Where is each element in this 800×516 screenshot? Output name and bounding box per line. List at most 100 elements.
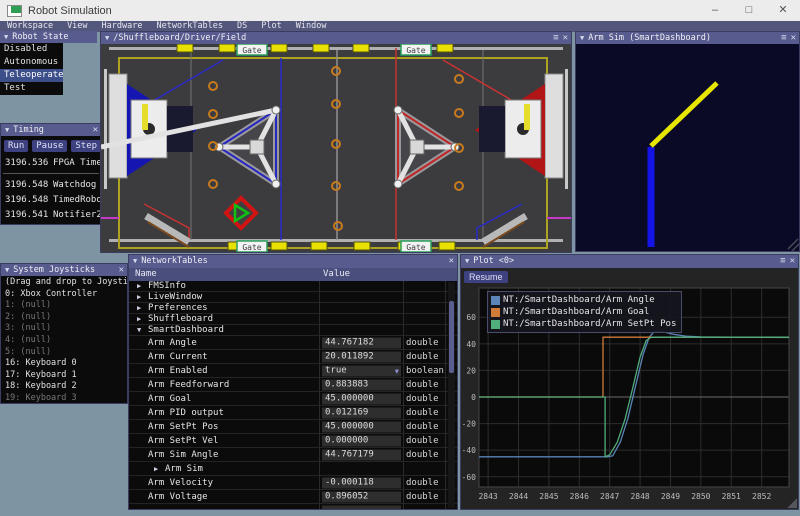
gate-label: Gate [406, 243, 425, 252]
collapse-icon[interactable]: ▼ [580, 32, 584, 44]
plot-titlebar[interactable]: ▼ Plot <0> ≡ ✕ [461, 255, 798, 268]
joystick-item[interactable]: 1: (null) [1, 300, 127, 312]
robot-state-titlebar[interactable]: ▼ Robot State [0, 31, 97, 43]
maximize-icon[interactable]: □ [732, 0, 766, 21]
nt-key-name: Arm SetPt Vel [148, 436, 218, 446]
nt-type-label: double [406, 380, 439, 390]
collapse-icon[interactable]: ▼ [5, 264, 9, 276]
resume-button[interactable]: Resume [464, 271, 508, 283]
y-tick-label: 60 [466, 313, 476, 322]
nt-value-field[interactable] [322, 505, 401, 509]
nt-scrollbar-thumb[interactable] [449, 301, 454, 373]
legend-item[interactable]: NT:/SmartDashboard/Arm SetPt Pos [491, 318, 676, 330]
nt-value-field[interactable]: 44.767182 [322, 337, 401, 348]
timing-entry: 3196.548TimedRobot [1, 192, 101, 207]
joystick-item[interactable]: 18: Keyboard 2 [1, 381, 127, 393]
pause-button[interactable]: Pause [32, 140, 67, 152]
nt-value-field[interactable]: 44.767179 [322, 449, 401, 460]
column-divider[interactable] [319, 281, 320, 509]
close-icon[interactable]: ✕ [119, 264, 124, 276]
column-divider[interactable] [403, 281, 404, 509]
nt-value-field[interactable]: 0.012169 [322, 407, 401, 418]
nt-type-label: double [406, 408, 439, 418]
x-tick-label: 2843 [478, 492, 497, 501]
close-icon[interactable]: ✕ [790, 255, 795, 268]
y-tick-label: 40 [466, 340, 476, 349]
legend-label: NT:/SmartDashboard/Arm Goal [503, 307, 649, 317]
legend-swatch [491, 296, 500, 305]
joystick-item[interactable]: 5: (null) [1, 347, 127, 359]
separator [3, 173, 99, 174]
hamburger-icon[interactable]: ≡ [781, 32, 786, 44]
nt-value-field[interactable]: 0.896052 [322, 491, 401, 502]
legend-item[interactable]: NT:/SmartDashboard/Arm Angle [491, 294, 676, 306]
table-row: Arm PID output0.012169double [129, 406, 457, 420]
nt-value-field[interactable]: true▼ [322, 365, 401, 376]
close-icon[interactable]: ✕ [93, 124, 98, 136]
plot-legend: NT:/SmartDashboard/Arm AngleNT:/SmartDas… [487, 291, 682, 333]
hamburger-icon[interactable]: ≡ [780, 255, 785, 268]
expand-icon[interactable]: ▶ [137, 293, 141, 301]
timing-buttons: Run Pause Step [1, 136, 101, 155]
joystick-item[interactable]: 2: (null) [1, 312, 127, 324]
nt-value-field[interactable]: -0.000118 [322, 477, 401, 488]
networktables-titlebar[interactable]: ▼ NetworkTables ✕ [129, 255, 457, 268]
state-option-autonomous[interactable]: Autonomous [0, 56, 63, 69]
state-option-teleoperated[interactable]: Teleoperated [0, 69, 63, 82]
timing-label: Watchdog [53, 180, 96, 190]
table-row: Arm SetPt Vel 0.000000 double [129, 434, 457, 448]
nt-scrollbar[interactable] [448, 282, 455, 508]
nt-key-name: LiveWindow [148, 292, 202, 302]
expand-icon[interactable]: ▶ [137, 282, 141, 290]
arm-sim-panel: ▼ Arm Sim (SmartDashboard) ≡ ✕ [575, 31, 800, 252]
joystick-item[interactable]: 4: (null) [1, 335, 127, 347]
collapse-icon[interactable]: ▼ [105, 32, 109, 44]
gate-label: Gate [406, 46, 425, 55]
resize-grip[interactable] [787, 498, 797, 508]
collapse-icon[interactable]: ▼ [133, 255, 137, 268]
x-tick-label: 2851 [722, 492, 741, 501]
run-button[interactable]: Run [4, 140, 28, 152]
nt-value-field[interactable]: 45.000000 [322, 421, 401, 432]
system-joysticks-titlebar[interactable]: ▼ System Joysticks ✕ [1, 264, 127, 276]
close-icon[interactable]: ✕ [791, 32, 796, 44]
field-titlebar[interactable]: ▼ /Shuffleboard/Driver/Field ≡ ✕ [101, 32, 571, 44]
step-button[interactable]: Step [71, 140, 101, 152]
timing-label: FPGA Time [53, 158, 101, 168]
gate-label: Gate [242, 243, 261, 252]
x-tick-label: 2849 [661, 492, 680, 501]
joystick-item[interactable]: 0: Xbox Controller [1, 289, 127, 301]
collapse-icon[interactable]: ▼ [465, 255, 469, 268]
nt-value-field[interactable]: 0.883883 [322, 379, 401, 390]
arm-sim-titlebar[interactable]: ▼ Arm Sim (SmartDashboard) ≡ ✕ [576, 32, 799, 44]
timing-titlebar[interactable]: ▼ Timing ✕ [1, 124, 101, 136]
nt-value-field[interactable]: 0.000000 [322, 435, 401, 446]
close-icon[interactable]: ✕ [766, 0, 800, 21]
legend-item[interactable]: NT:/SmartDashboard/Arm Goal [491, 306, 676, 318]
nt-value-field[interactable]: 20.011892 [322, 351, 401, 362]
expand-icon[interactable]: ▶ [137, 315, 141, 323]
dropdown-icon[interactable]: ▼ [395, 366, 399, 377]
hamburger-icon[interactable]: ≡ [553, 32, 558, 44]
nt-type-label: double [406, 422, 439, 432]
close-icon[interactable]: ✕ [563, 32, 568, 44]
robot-state-title: Robot State [12, 31, 68, 43]
minimize-icon[interactable]: – [698, 0, 732, 21]
expand-icon[interactable]: ▶ [154, 465, 158, 473]
y-tick-label: 20 [466, 366, 476, 375]
joystick-item[interactable]: 16: Keyboard 0 [1, 358, 127, 370]
collapse-icon[interactable]: ▼ [5, 124, 9, 136]
joystick-item[interactable]: 19: Keyboard 3 [1, 393, 127, 403]
state-option-test[interactable]: Test [0, 82, 63, 95]
state-option-disabled[interactable]: Disabled [0, 43, 63, 56]
joystick-item[interactable]: 3: (null) [1, 323, 127, 335]
close-icon[interactable]: ✕ [449, 255, 454, 268]
nt-type-label: double [406, 436, 439, 446]
nt-value-field[interactable]: 45.000000 [322, 393, 401, 404]
collapse-icon[interactable]: ▼ [137, 326, 141, 334]
joystick-item[interactable]: 17: Keyboard 1 [1, 370, 127, 382]
collapse-icon[interactable]: ▼ [4, 31, 8, 43]
expand-icon[interactable]: ▶ [137, 304, 141, 312]
table-row: Arm Sim Angle44.767179double [129, 448, 457, 462]
column-divider[interactable] [445, 281, 446, 509]
